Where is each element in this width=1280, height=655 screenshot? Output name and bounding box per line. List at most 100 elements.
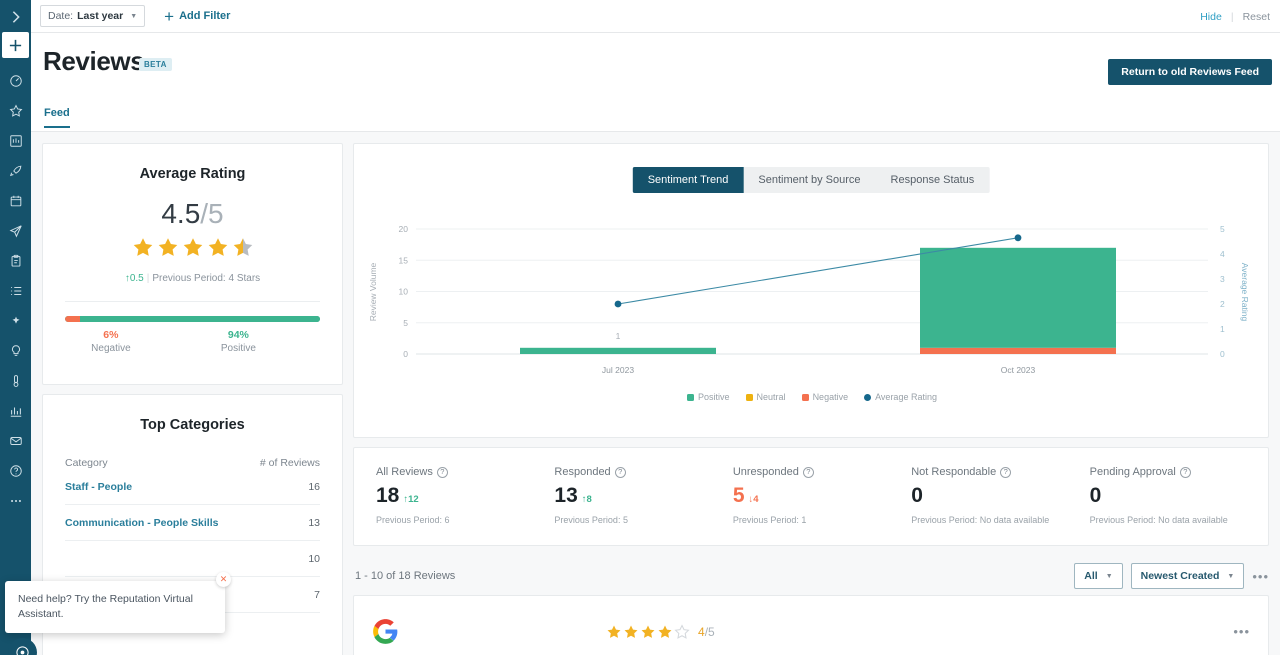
help-circle-icon[interactable]: ? — [803, 467, 814, 478]
reviews-list-header: 1 - 10 of 18 Reviews All ▼ Newest Create… — [353, 560, 1269, 592]
table-row[interactable]: 10 — [65, 541, 320, 577]
expand-chevron-icon[interactable] — [0, 2, 31, 32]
hide-filters-button[interactable]: Hide — [1200, 11, 1222, 23]
sentiment-bar-negative — [65, 316, 80, 322]
stat-responded: Responded ? 13 ↑8 Previous Period: 5 — [554, 466, 732, 525]
bulb-icon[interactable] — [0, 336, 31, 366]
stat-value-group: 5 ↓4 — [733, 484, 911, 508]
review-rating-number: 4 — [698, 625, 705, 639]
star-icon — [131, 236, 155, 259]
star-icon — [657, 624, 673, 640]
star-icon[interactable] — [0, 96, 31, 126]
sort-label: Newest Created — [1141, 570, 1220, 582]
tab-sentiment-trend[interactable]: Sentiment Trend — [633, 167, 744, 193]
tab-sentiment-by-source[interactable]: Sentiment by Source — [743, 167, 875, 193]
review-rating-stars: 4/5 — [606, 624, 715, 640]
x-tick-oct: Oct 2023 — [1001, 365, 1036, 375]
help-circle-icon[interactable]: ? — [437, 467, 448, 478]
category-count: 13 — [308, 517, 320, 529]
send-icon[interactable] — [0, 216, 31, 246]
legend-item-positive[interactable]: Positive — [687, 392, 730, 402]
rocket-icon[interactable] — [0, 156, 31, 186]
help-circle-icon[interactable]: ? — [615, 467, 626, 478]
stat-unresponded: Unresponded ? 5 ↓4 Previous Period: 1 — [733, 466, 911, 525]
clipboard-icon[interactable] — [0, 246, 31, 276]
top-categories-title: Top Categories — [43, 417, 342, 433]
filter-bar-actions: Hide | Reset — [1200, 0, 1270, 33]
thermometer-icon[interactable] — [0, 366, 31, 396]
sentiment-bar-positive — [80, 316, 320, 322]
filter-bar: Date: Last year ▼ + Add Filter Hide | Re… — [31, 0, 1280, 33]
date-filter-label: Date: — [48, 10, 73, 22]
stat-delta: ↑12 — [403, 494, 418, 508]
legend-label-positive: Positive — [698, 392, 730, 402]
sentiment-labels: 6% Negative 94% Positive — [65, 329, 320, 354]
average-rating-denominator: /5 — [200, 198, 223, 229]
bar-label-jul: 1 — [616, 331, 621, 341]
category-name[interactable]: Communication - People Skills — [65, 517, 218, 529]
close-icon[interactable]: ✕ — [216, 572, 231, 587]
previous-period-text: Previous Period: 4 Stars — [152, 273, 260, 284]
add-filter-button[interactable]: + Add Filter — [164, 8, 230, 25]
more-options-icon[interactable]: ••• — [1252, 569, 1269, 584]
y2-tick-0: 0 — [1220, 349, 1225, 359]
stat-label-text: Responded — [554, 466, 610, 478]
stat-value: 13 — [554, 484, 577, 508]
inbox-icon[interactable] — [0, 426, 31, 456]
add-filter-label: Add Filter — [179, 10, 230, 22]
assistant-icon — [15, 645, 30, 655]
virtual-assistant-tooltip: Need help? Try the Reputation Virtual As… — [5, 581, 225, 633]
reviews-page: Date: Last year ▼ + Add Filter Hide | Re… — [0, 0, 1280, 655]
chevron-down-icon: ▼ — [130, 13, 137, 20]
y2-tick-4: 4 — [1220, 249, 1225, 259]
help-circle-icon[interactable]: ? — [1180, 467, 1191, 478]
dashboard-icon[interactable] — [0, 66, 31, 96]
sort-dropdown[interactable]: Newest Created ▼ — [1131, 563, 1245, 589]
filter-all-label: All — [1084, 570, 1097, 582]
tooltip-text: Need help? Try the Reputation Virtual As… — [18, 593, 193, 620]
plus-icon[interactable] — [2, 32, 29, 58]
reset-filters-button[interactable]: Reset — [1243, 11, 1270, 23]
stat-value: 0 — [1090, 484, 1102, 508]
y2-tick-3: 3 — [1220, 274, 1225, 284]
category-name[interactable]: Staff - People — [65, 481, 132, 493]
tab-response-status[interactable]: Response Status — [876, 167, 990, 193]
average-rating-title: Average Rating — [43, 166, 342, 182]
filter-all-dropdown[interactable]: All ▼ — [1074, 563, 1122, 589]
legend-item-average-rating[interactable]: Average Rating — [864, 392, 937, 402]
more-icon[interactable] — [0, 486, 31, 516]
help-circle-icon[interactable] — [0, 456, 31, 486]
tab-bar: Feed — [31, 103, 1280, 132]
bar-chart-icon[interactable] — [0, 396, 31, 426]
bar-jul-positive — [520, 348, 716, 354]
review-item: 4/5 ••• — [353, 595, 1269, 655]
calendar-icon[interactable] — [0, 186, 31, 216]
listings-icon[interactable] — [0, 126, 31, 156]
table-row[interactable]: Communication - People Skills 13 — [65, 505, 320, 541]
stat-label: Not Respondable ? — [911, 466, 1089, 478]
date-filter-dropdown[interactable]: Date: Last year ▼ — [40, 5, 145, 27]
star-icon — [623, 624, 639, 640]
legend-item-negative[interactable]: Negative — [802, 392, 849, 402]
tab-feed[interactable]: Feed — [44, 107, 70, 128]
stats-summary-card: All Reviews ? 18 ↑12 Previous Period: 6 … — [353, 447, 1269, 546]
divider — [65, 301, 320, 302]
stat-previous: Previous Period: 6 — [376, 515, 554, 525]
stat-delta: ↓4 — [749, 494, 759, 508]
star-icon — [206, 236, 230, 259]
review-more-options-icon[interactable]: ••• — [1233, 624, 1250, 639]
legend-swatch-average-rating — [864, 394, 871, 401]
stat-label: All Reviews ? — [376, 466, 554, 478]
list-icon[interactable] — [0, 276, 31, 306]
review-rating-denominator: /5 — [705, 625, 715, 639]
table-row[interactable]: Staff - People 16 — [65, 469, 320, 505]
return-to-old-feed-button[interactable]: Return to old Reviews Feed — [1108, 59, 1272, 85]
stat-value-group: 18 ↑12 — [376, 484, 554, 508]
sentiment-trend-chart: 20 15 10 5 0 Review Volume 5 4 3 2 1 0 A… — [354, 207, 1270, 392]
spark-icon[interactable] — [0, 306, 31, 336]
y-tick-15: 15 — [399, 255, 409, 265]
chart-segment-tabs: Sentiment Trend Sentiment by Source Resp… — [633, 167, 990, 193]
stat-value: 0 — [911, 484, 923, 508]
legend-item-neutral[interactable]: Neutral — [746, 392, 786, 402]
help-circle-icon[interactable]: ? — [1000, 467, 1011, 478]
